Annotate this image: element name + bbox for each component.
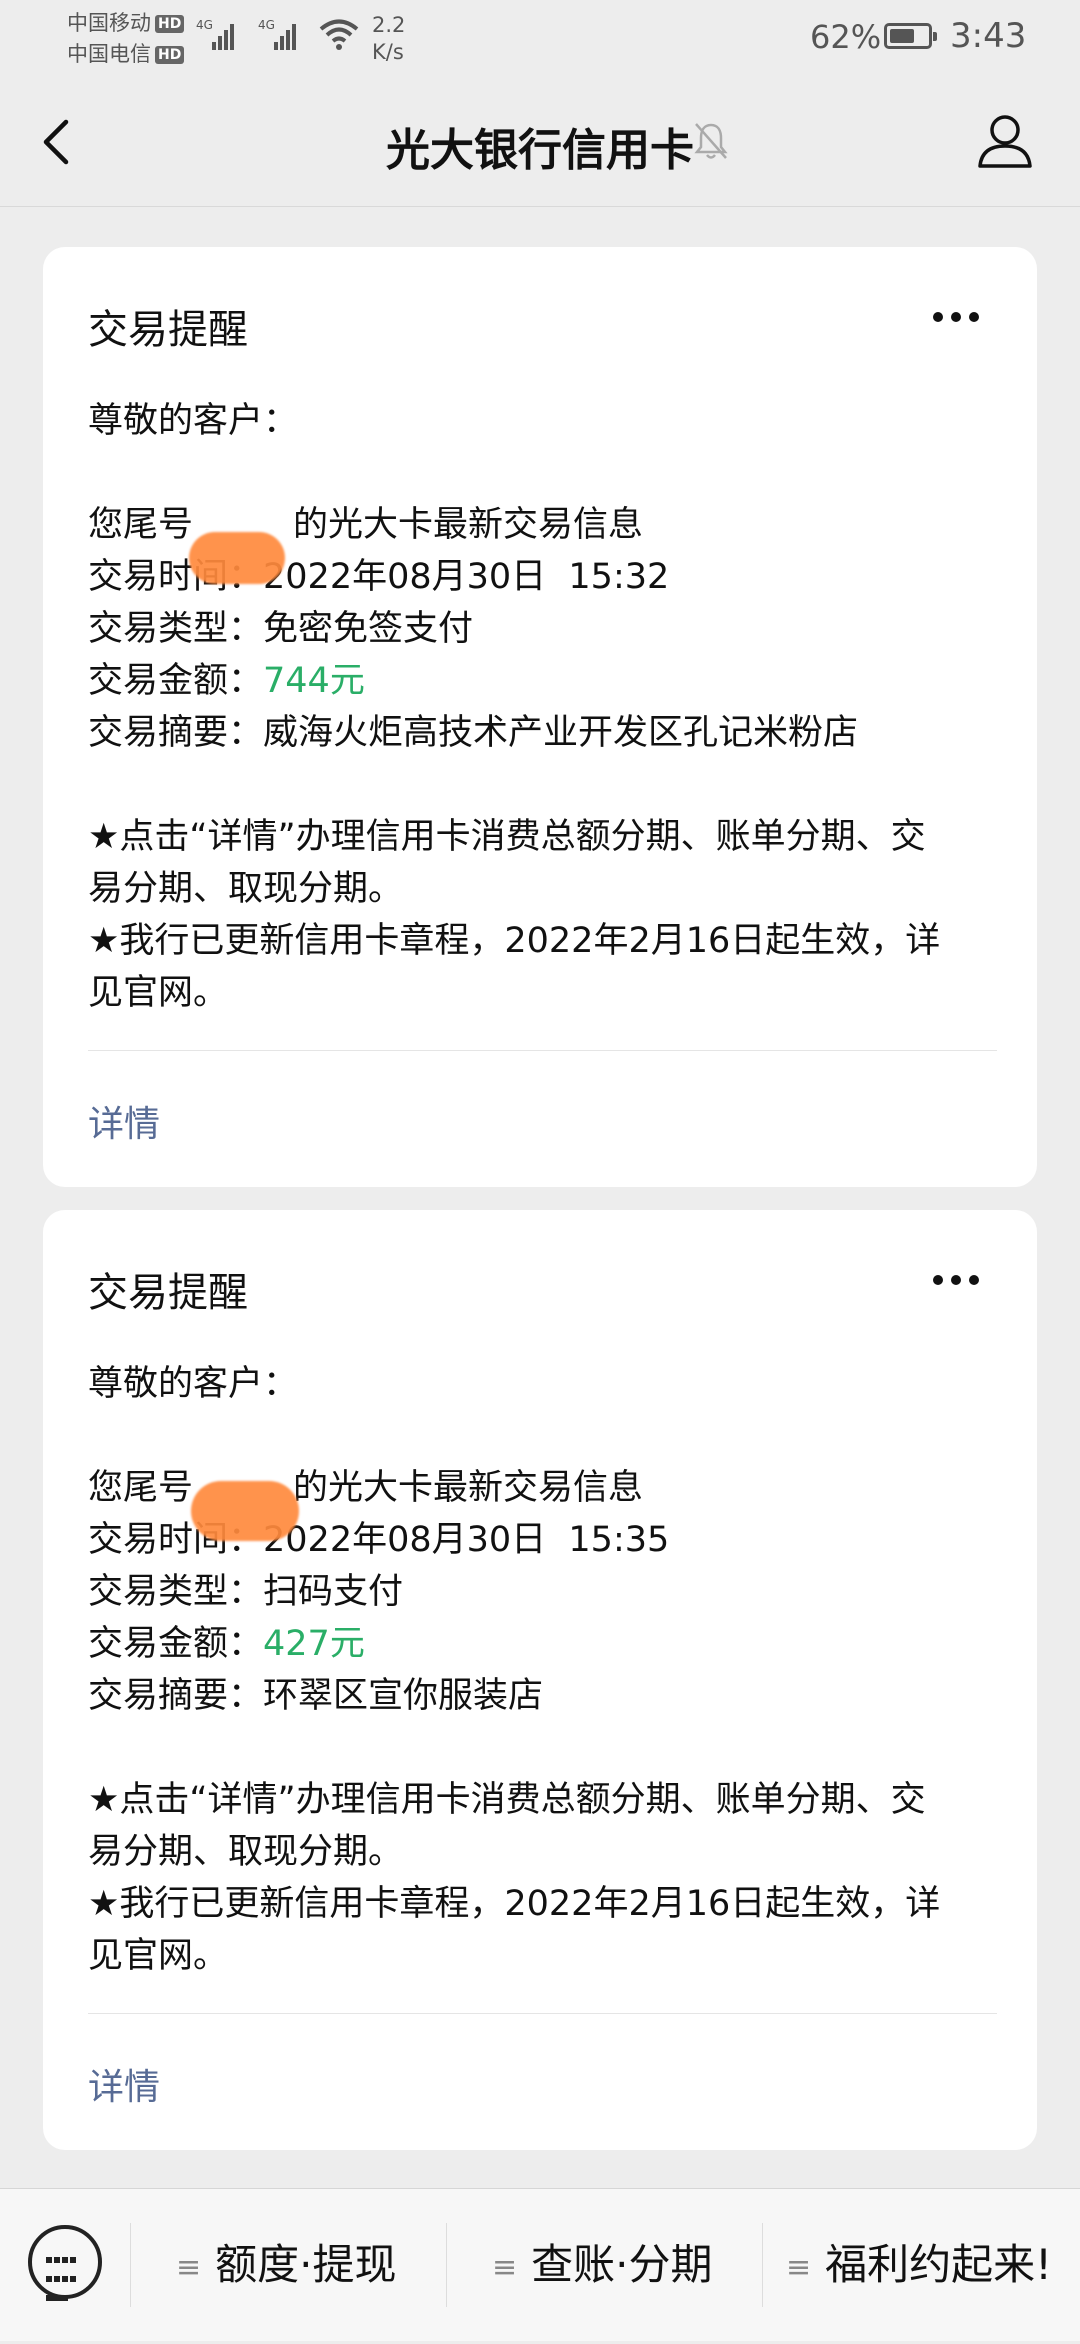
- notice-installment: ★点击“详情”办理信用卡消费总额分期、账单分期、交: [88, 1780, 926, 1820]
- message-card[interactable]: 交易提醒 尊敬的客户： 您尾号 的光大卡最新交易信息 交易时间：2022年08月3…: [43, 247, 1037, 1187]
- carrier-2: 中国电信: [67, 42, 151, 66]
- menu-lines-icon: ≡: [492, 2249, 518, 2285]
- transaction-type: 交易类型：扫码支付: [88, 1572, 404, 1612]
- card-number-line: 您尾号 的光大卡最新交易信息: [88, 1462, 1008, 1541]
- card-title: 交易提醒: [88, 1270, 248, 1316]
- amount-value: 744元: [263, 661, 365, 701]
- bottom-menu: ≡ 额度·提现 ≡ 查账·分期 ≡ 福利约起来!: [0, 2188, 1080, 2341]
- details-link[interactable]: 详情: [88, 2058, 160, 2110]
- greeting: 尊敬的客户：: [88, 401, 299, 441]
- keyboard-icon[interactable]: [28, 2225, 102, 2301]
- notice-installment-cont: 易分期、取现分期。: [88, 869, 404, 909]
- card-divider: [88, 2013, 997, 2014]
- menu-item-quota-withdraw[interactable]: ≡ 额度·提现: [176, 2189, 397, 2341]
- battery-level: [890, 29, 914, 43]
- notice-installment: ★点击“详情”办理信用卡消费总额分期、账单分期、交: [88, 817, 926, 857]
- svg-text:4G: 4G: [196, 18, 213, 32]
- redaction-mark: [191, 1481, 300, 1541]
- svg-text:4G: 4G: [258, 18, 275, 32]
- chat-title: 光大银行信用卡: [386, 125, 694, 176]
- transaction-type: 交易类型：免密免签支付: [88, 609, 474, 649]
- transaction-amount: 交易金额：427元: [88, 1624, 365, 1664]
- speed-value: 2.2: [372, 13, 406, 37]
- wifi-icon: [319, 19, 359, 50]
- notice-installment-cont: 易分期、取现分期。: [88, 1832, 404, 1872]
- message-card[interactable]: 交易提醒 尊敬的客户： 您尾号 的光大卡最新交易信息 交易时间：2022年08月3…: [43, 1210, 1037, 2150]
- more-icon[interactable]: [933, 307, 993, 322]
- hd-badge: HD: [155, 46, 185, 64]
- transaction-amount: 交易金额：744元: [88, 661, 365, 701]
- signal-icon: 4G: [196, 18, 234, 50]
- menu-item-benefits[interactable]: ≡ 福利约起来!: [786, 2189, 1052, 2341]
- menu-separator: [446, 2223, 447, 2307]
- notice-terms-cont: 见官网。: [88, 1936, 229, 1976]
- redaction-mark: [189, 532, 286, 584]
- menu-item-bill-installment[interactable]: ≡ 查账·分期: [492, 2189, 713, 2341]
- more-icon[interactable]: [933, 1270, 993, 1285]
- menu-lines-icon: ≡: [786, 2249, 812, 2285]
- carrier-info: 中国移动 HD 中国电信 HD: [67, 8, 185, 70]
- timestamp-peek: [480, 188, 600, 206]
- clock: 3:43: [950, 16, 1027, 56]
- menu-lines-icon: ≡: [176, 2249, 202, 2285]
- menu-separator: [130, 2223, 131, 2307]
- notice-terms-cont: 见官网。: [88, 973, 229, 1013]
- card-divider: [88, 1050, 997, 1051]
- transaction-summary: 交易摘要：环翠区宣你服装店: [88, 1676, 544, 1716]
- signal-icon: 4G: [258, 18, 296, 50]
- menu-separator: [762, 2223, 763, 2307]
- muted-bell-icon: [694, 123, 728, 159]
- network-speed: 2.2 K/s: [372, 12, 405, 66]
- battery-percent: 62%: [810, 18, 882, 56]
- greeting: 尊敬的客户：: [88, 1364, 299, 1404]
- person-icon[interactable]: [972, 108, 1038, 174]
- hd-badge: HD: [155, 15, 185, 33]
- notice-terms: ★我行已更新信用卡章程，2022年2月16日起生效，详: [88, 921, 941, 961]
- amount-value: 427元: [263, 1624, 365, 1664]
- card-title: 交易提醒: [88, 307, 248, 353]
- status-bar: 中国移动 HD 中国电信 HD 4G 4G 2.2 K/s 62% 3:43: [0, 0, 1080, 78]
- speed-unit: K/s: [372, 40, 404, 64]
- notice-terms: ★我行已更新信用卡章程，2022年2月16日起生效，详: [88, 1884, 941, 1924]
- carrier-1: 中国移动: [67, 11, 151, 35]
- card-body: 尊敬的客户： 您尾号 的光大卡最新交易信息 交易时间：2022年08月30日 15…: [88, 1358, 1008, 1982]
- card-number-line: 您尾号 的光大卡最新交易信息: [88, 499, 1008, 584]
- battery-icon: [884, 23, 937, 49]
- transaction-summary: 交易摘要：威海火炬高技术产业开发区孔记米粉店: [88, 713, 859, 753]
- card-body: 尊敬的客户： 您尾号 的光大卡最新交易信息 交易时间：2022年08月30日 15…: [88, 395, 1008, 1019]
- details-link[interactable]: 详情: [88, 1095, 160, 1147]
